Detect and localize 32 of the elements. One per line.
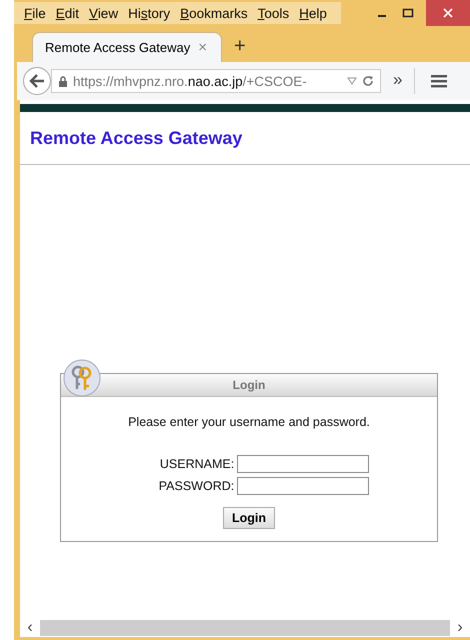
input-field[interactable] [237,477,370,495]
back-arrow-icon [29,74,45,88]
back-button[interactable] [23,67,51,95]
login-prompt: Please enter your username and password. [128,415,370,429]
menu-item[interactable]: Edit [56,6,80,20]
menu-item[interactable]: View [89,6,118,20]
menu-item[interactable]: Tools [258,6,290,20]
scroll-left-button[interactable]: ‹ [20,620,40,636]
close-window-button[interactable] [426,0,470,26]
address-bar[interactable]: https://mhvpnz.nro.nao.ac.jp/+CSCOE- [51,69,381,93]
tab-title: Remote Access Gateway [45,40,190,55]
page-heading: Remote Access Gateway [30,128,242,148]
menu-item[interactable]: Help [299,6,327,20]
overflow-button[interactable]: » [393,70,402,90]
menu-item[interactable]: History [128,6,170,20]
input-field[interactable] [237,455,370,473]
menu-item[interactable]: Bookmarks [180,6,248,20]
url-text: https://mhvpnz.nro.nao.ac.jp/+CSCOE- [73,74,308,88]
field-label: PASSWORD: [158,479,234,493]
dropdown-icon[interactable] [347,77,357,85]
browser-tab[interactable]: Remote Access Gateway × [32,32,222,62]
scroll-right-button[interactable]: › [450,620,470,636]
lock-icon [58,76,68,86]
menu-item[interactable]: File [24,6,46,20]
field-label: USERNAME: [158,457,234,471]
maximize-icon[interactable] [400,7,416,19]
reload-icon[interactable] [362,75,374,87]
menu-icon[interactable] [431,74,448,88]
login-button[interactable]: Login [222,507,275,529]
close-icon [443,8,453,18]
new-tab-button[interactable]: + [234,34,246,58]
panel-title: Login [232,378,266,392]
